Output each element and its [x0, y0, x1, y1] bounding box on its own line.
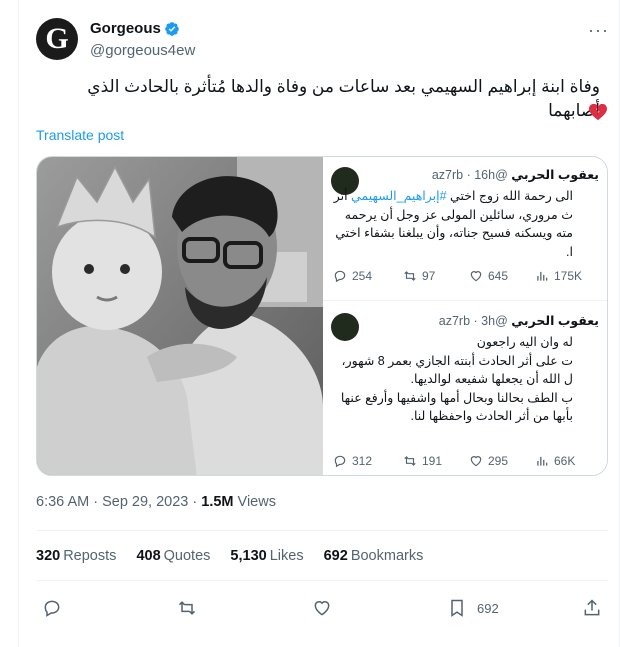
repost-button[interactable] — [177, 598, 197, 618]
repost-icon — [404, 271, 416, 281]
attached-media[interactable]: يعقوب الحربي @az7rb · 16h الى رحمة الله … — [36, 156, 608, 476]
divider — [36, 580, 608, 581]
embedded-post-1-header: يعقوب الحربي @az7rb · 16h — [432, 167, 599, 182]
hashtag-link[interactable]: #إبراهيم_السهيمي — [351, 189, 447, 203]
repost-icon — [404, 456, 416, 466]
heart-icon — [470, 456, 482, 467]
post-meta: 6:36 AM · Sep 29, 2023 · 1.5M Views — [36, 494, 276, 510]
verified-badge-icon — [165, 22, 179, 36]
views-stat: 66K — [535, 454, 575, 468]
views-count: 1.5M — [201, 494, 234, 510]
share-icon — [584, 599, 600, 616]
bookmark-count: 692 — [477, 600, 499, 616]
reply-icon — [44, 600, 60, 617]
tweet-text: وفاة ابنة إبراهيم السهيمي بعد ساعات من و… — [87, 77, 600, 120]
share-button[interactable] — [582, 598, 602, 618]
author-name[interactable]: Gorgeous — [90, 20, 161, 37]
bookmark-button[interactable]: 692 — [447, 598, 499, 618]
quotes-count[interactable]: 408 Quotes — [136, 548, 210, 564]
embedded-post-2-time: · 3h — [473, 314, 496, 328]
like-stat: 295 — [469, 454, 508, 468]
embedded-post-2-name: يعقوب الحربي — [511, 314, 599, 328]
repost-stat: 97 — [403, 269, 435, 283]
reply-button[interactable] — [42, 598, 62, 618]
repost-icon — [178, 601, 196, 615]
broken-heart-icon — [589, 103, 607, 121]
engagement-counts: 320 Reposts 408 Quotes 5,130 Likes 692 Bookm… — [36, 548, 439, 564]
bookmark-icon — [451, 599, 463, 617]
embedded-post-2[interactable]: يعقوب الحربي @az7rb · 3h له وان اليه راج… — [323, 303, 607, 475]
like-stat: 645 — [469, 269, 508, 283]
likes-count[interactable]: 5,130 Likes — [230, 548, 303, 564]
translate-post-link[interactable]: Translate post — [36, 127, 124, 143]
more-options-icon[interactable]: ··· — [588, 20, 609, 41]
views-label: Views — [233, 494, 276, 510]
reply-stat: 254 — [333, 269, 372, 283]
author-avatar[interactable]: G — [36, 18, 78, 60]
embedded-post-2-header: يعقوب الحربي @az7rb · 3h — [439, 313, 599, 328]
repost-stat: 191 — [403, 454, 442, 468]
photo-father-and-baby[interactable] — [37, 157, 323, 476]
embedded-post-1[interactable]: يعقوب الحربي @az7rb · 16h الى رحمة الله … — [323, 157, 607, 309]
bookmarks-count[interactable]: 692 Bookmarks — [324, 548, 424, 564]
reposts-count[interactable]: 320 Reposts — [36, 548, 116, 564]
embedded-divider — [323, 300, 607, 301]
embedded-post-1-text: الى رحمة الله زوج اختي #إبراهيم_السهيمي … — [333, 189, 573, 259]
embedded-post-1-name: يعقوب الحربي — [511, 168, 599, 182]
reply-stat: 312 — [333, 454, 372, 468]
heart-icon — [470, 271, 482, 282]
embedded-post-1-time: · 16h — [466, 168, 496, 182]
divider — [36, 530, 608, 531]
views-stat: 175K — [535, 269, 582, 283]
like-button[interactable] — [312, 598, 332, 618]
reply-icon — [334, 455, 346, 468]
embedded-post-2-text: له وان اليه راجعون ت على أثر الحادث أبنت… — [340, 335, 573, 423]
screenshot-of-posts[interactable]: يعقوب الحربي @az7rb · 16h الى رحمة الله … — [323, 157, 607, 475]
post-timestamp[interactable]: 6:36 AM · Sep 29, 2023 · — [36, 494, 201, 510]
author-handle[interactable]: @gorgeous4ew — [90, 42, 195, 59]
views-icon — [537, 456, 548, 466]
views-icon — [537, 271, 548, 281]
heart-icon — [314, 601, 330, 616]
reply-icon — [334, 270, 346, 283]
avatar-letter: G — [45, 22, 69, 55]
